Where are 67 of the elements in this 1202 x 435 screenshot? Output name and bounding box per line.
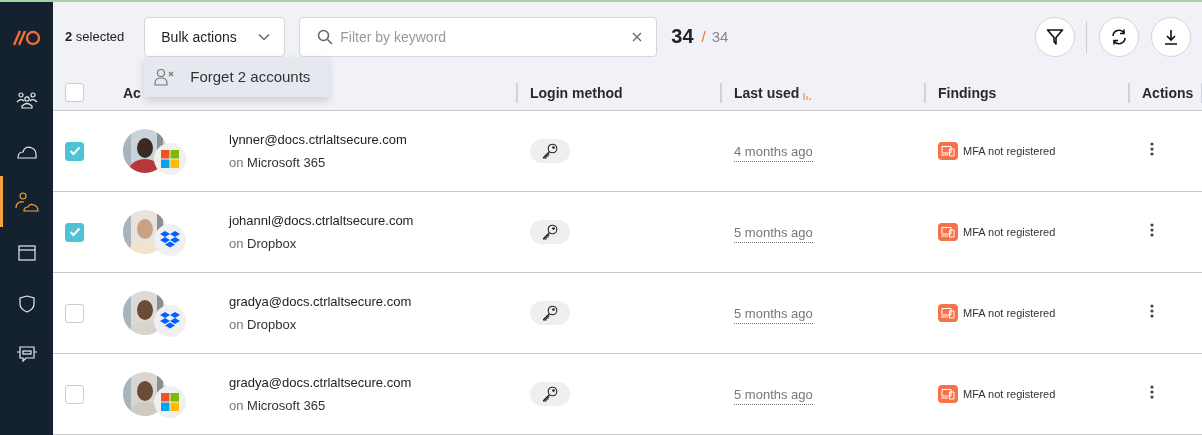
account-platform: on Microsoft 365 bbox=[229, 155, 327, 170]
bulk-actions-dropdown[interactable]: Bulk actions bbox=[144, 16, 286, 57]
key-icon bbox=[542, 143, 558, 159]
download-button[interactable] bbox=[1151, 16, 1191, 57]
window-icon bbox=[17, 244, 36, 261]
row-checkbox[interactable] bbox=[65, 141, 84, 161]
last-used-time: 4 months ago bbox=[734, 144, 813, 162]
chatbot-icon bbox=[15, 345, 38, 364]
account-email: johannl@docs.ctrlaltsecure.com bbox=[229, 213, 414, 228]
shield-icon bbox=[18, 294, 35, 313]
count-separator: / bbox=[701, 28, 706, 46]
row-checkbox[interactable] bbox=[65, 303, 84, 323]
devices-icon bbox=[938, 142, 958, 160]
check-icon bbox=[68, 227, 81, 237]
search-icon bbox=[317, 28, 334, 45]
four-squares-icon bbox=[161, 150, 179, 168]
user-cloud-icon bbox=[14, 191, 39, 212]
check-icon bbox=[68, 146, 81, 156]
account-platform: on Dropbox bbox=[229, 317, 298, 332]
refresh-icon bbox=[1110, 27, 1128, 46]
key-icon bbox=[542, 224, 558, 240]
total-count: 34 bbox=[711, 28, 729, 46]
finding-text: MFA not registered bbox=[963, 307, 1056, 319]
column-header[interactable]: Ac bbox=[123, 84, 141, 101]
row-checkbox[interactable] bbox=[65, 384, 84, 404]
devices-icon bbox=[938, 223, 958, 241]
refresh-button[interactable] bbox=[1099, 16, 1139, 57]
open-box-icon bbox=[160, 231, 180, 249]
users-icon bbox=[15, 90, 38, 109]
account-email: lynner@docs.ctrlaltsecure.com bbox=[229, 132, 407, 147]
column-header[interactable]: Last used bbox=[734, 84, 813, 101]
chevron-icon bbox=[258, 32, 271, 41]
last-used-time: 5 months ago bbox=[734, 225, 813, 243]
finding-text: MFA not registered bbox=[963, 226, 1056, 238]
download-icon bbox=[1163, 28, 1179, 45]
column-header[interactable]: Login method bbox=[530, 84, 623, 101]
selection-count: 2 selected bbox=[65, 29, 125, 45]
account-email: gradya@docs.ctrlaltsecure.com bbox=[229, 294, 412, 309]
result-count: 34 bbox=[671, 25, 694, 49]
menu-item[interactable]: Forget 2 accounts bbox=[144, 56, 330, 97]
column-header[interactable]: Actions bbox=[1142, 84, 1194, 101]
sort-icon bbox=[803, 91, 813, 101]
select-all-checkbox[interactable] bbox=[65, 83, 84, 103]
finding-text: MFA not registered bbox=[963, 388, 1056, 400]
row-checkbox[interactable] bbox=[65, 222, 84, 242]
account-platform: on Microsoft 365 bbox=[229, 398, 327, 413]
four-squares-icon bbox=[161, 393, 179, 411]
more-options-icon[interactable] bbox=[1150, 385, 1154, 399]
finding-text: MFA not registered bbox=[963, 145, 1056, 157]
more-options-icon[interactable] bbox=[1150, 142, 1154, 156]
last-used-time: 5 months ago bbox=[734, 387, 813, 405]
devices-icon bbox=[938, 385, 958, 403]
clear-icon[interactable] bbox=[632, 31, 643, 42]
filter-icon bbox=[1046, 27, 1064, 46]
column-header[interactable]: Findings bbox=[938, 84, 997, 101]
key-icon bbox=[542, 386, 558, 402]
key-icon bbox=[542, 305, 558, 321]
more-options-icon[interactable] bbox=[1150, 223, 1154, 237]
devices-icon bbox=[938, 304, 958, 322]
open-box-icon bbox=[160, 312, 180, 330]
account-email: gradya@docs.ctrlaltsecure.com bbox=[229, 375, 412, 390]
account-platform: on Dropbox bbox=[229, 236, 298, 251]
search-field[interactable]: Filter by keyword bbox=[299, 16, 658, 57]
more-options-icon[interactable] bbox=[1150, 304, 1154, 318]
filter-button[interactable] bbox=[1035, 16, 1075, 57]
logo bbox=[12, 30, 41, 46]
last-used-time: 5 months ago bbox=[734, 306, 813, 324]
